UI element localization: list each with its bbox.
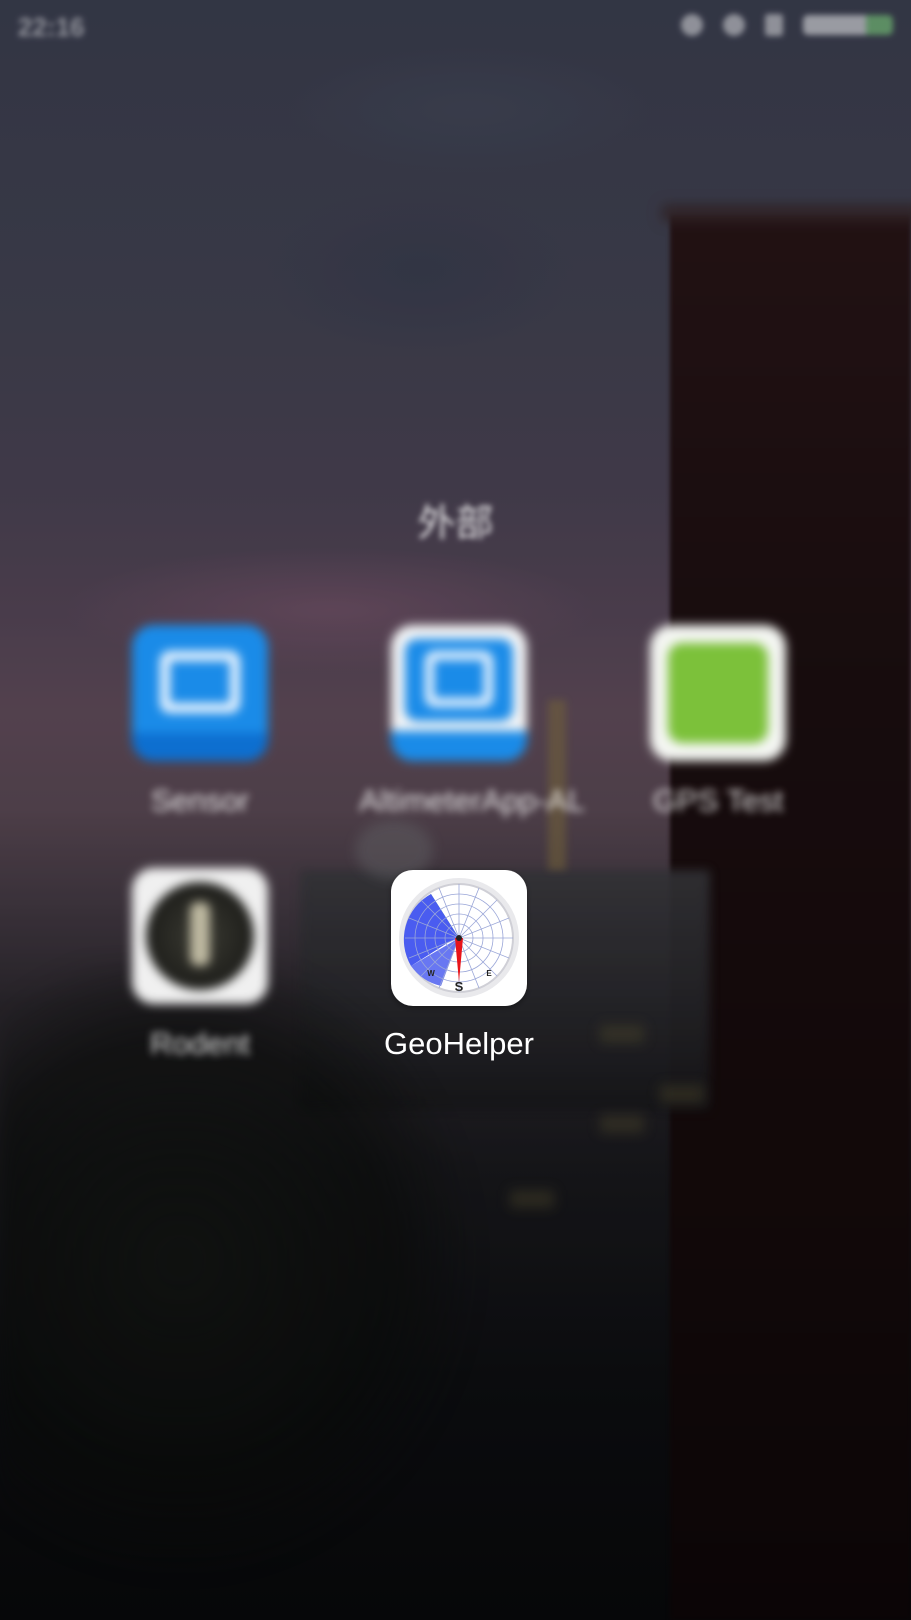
status-time: 22:16: [18, 12, 85, 42]
status-icons: [681, 14, 893, 36]
app-label: GeoHelper: [384, 1026, 534, 1061]
compass-letter-west: W: [427, 969, 435, 978]
wifi-icon: [723, 14, 745, 36]
green-android-icon[interactable]: [650, 625, 786, 761]
status-bar: 22:16: [0, 0, 911, 50]
alarm-icon: [681, 14, 703, 36]
app-label: Rodent: [150, 1026, 250, 1061]
blue-sensor-icon[interactable]: [132, 625, 268, 761]
app-sensor[interactable]: Sensor: [100, 625, 300, 819]
compass-dial-graphic: S W E: [399, 878, 519, 998]
signal-icon: [765, 14, 783, 36]
white-blue-app-icon[interactable]: [391, 625, 527, 761]
compass-letter-east: E: [486, 969, 492, 978]
app-gps-test[interactable]: GPS Test: [618, 625, 818, 819]
app-label: GPS Test: [652, 783, 784, 818]
dark-circle-icon[interactable]: [132, 868, 268, 1004]
compass-dial-icon[interactable]: S W E: [391, 870, 527, 1006]
home-screen-folder-view: 22:16 外部 Sensor AltimeterApp-AL GPS Test: [0, 0, 911, 1620]
app-geohelper[interactable]: S W E GeoHelper: [359, 870, 559, 1062]
battery-icon: [803, 15, 893, 35]
app-label: Sensor: [150, 783, 250, 818]
app-altimeter[interactable]: AltimeterApp-AL: [359, 625, 585, 819]
folder-title[interactable]: 外部: [0, 492, 911, 547]
compass-letter-south: S: [455, 979, 464, 994]
app-label: AltimeterApp-AL: [359, 783, 585, 818]
app-rodent[interactable]: Rodent: [100, 868, 300, 1062]
